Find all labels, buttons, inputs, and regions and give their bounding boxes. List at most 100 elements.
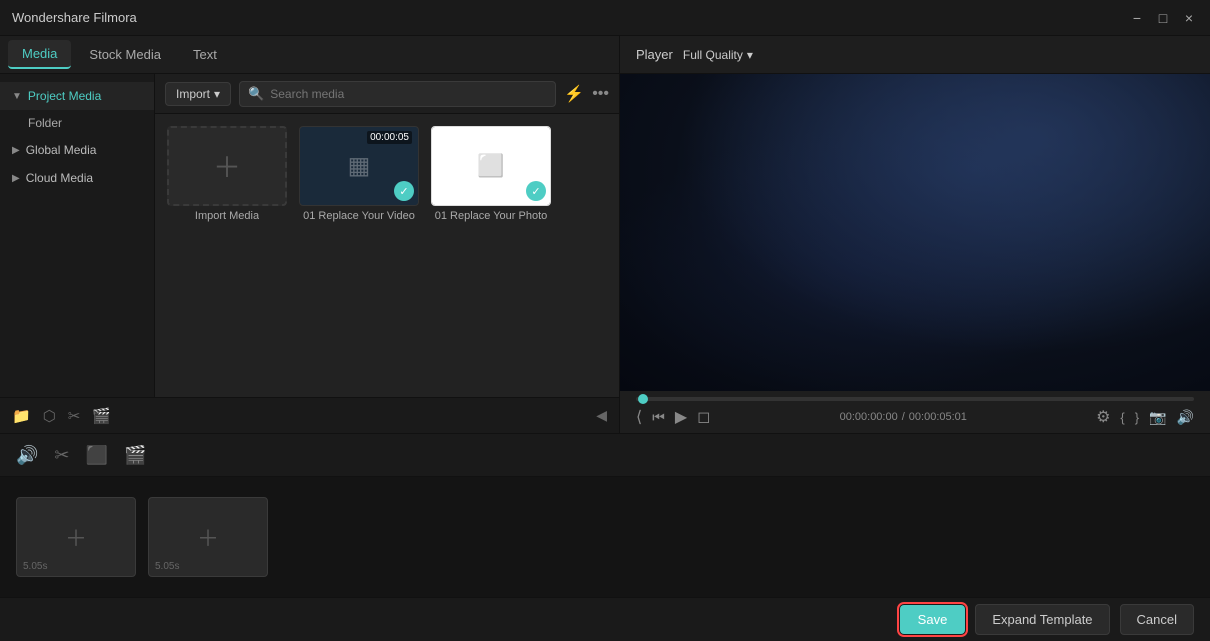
bottom-bar: Save Expand Template Cancel — [0, 597, 1210, 641]
collapse-button[interactable]: ◀ — [596, 407, 607, 424]
maximize-button[interactable]: □ — [1154, 9, 1172, 27]
video-duration: 00:00:05 — [367, 131, 412, 144]
cancel-button[interactable]: Cancel — [1120, 604, 1194, 635]
expand-template-button[interactable]: Expand Template — [975, 604, 1109, 635]
arrow-project-media: ▼ — [12, 91, 22, 102]
sidebar-item-folder[interactable]: Folder — [0, 110, 154, 136]
left-panel: Media Stock Media Text ▼ Project Media F… — [0, 36, 620, 433]
window-controls: − □ × — [1128, 9, 1198, 27]
panel-footer: 📁 ⬡ ✂ 🎬 ◀ — [0, 397, 619, 433]
player-panel: Player Full Quality ▾ ⟨ ⏮ — [620, 36, 1210, 433]
search-icon: 🔍 — [248, 86, 264, 102]
video-check-badge: ✓ — [394, 181, 414, 201]
media-toolbar: Import ▾ 🔍 ⚡ ••• — [155, 74, 619, 114]
cut-tool[interactable]: ✂ — [54, 445, 69, 466]
media-area: Import ▾ 🔍 ⚡ ••• — [155, 74, 619, 397]
sidebar-item-global-media[interactable]: ▶ Global Media — [0, 136, 154, 164]
media-item-import[interactable]: ＋ Import Media — [167, 126, 287, 222]
play-button[interactable]: ▶ — [675, 407, 687, 427]
import-arrow-icon: ▾ — [214, 87, 220, 101]
add-folder-icon[interactable]: 📁 — [12, 407, 31, 425]
timeline: ＋ 5.05s ＋ 5.05s — [0, 477, 1210, 597]
step-back-button[interactable]: ⟨ — [636, 407, 642, 427]
quality-selector[interactable]: Full Quality ▾ — [683, 48, 753, 62]
mark-out-button[interactable]: } — [1135, 410, 1139, 425]
add-tag-icon[interactable]: ✂ — [68, 407, 81, 425]
player-label: Player — [636, 47, 673, 62]
timeline-clip-1[interactable]: ＋ 5.05s — [16, 497, 136, 577]
clip1-plus-icon: ＋ — [65, 521, 87, 553]
time-separator: / — [902, 411, 905, 423]
tab-media[interactable]: Media — [8, 40, 71, 69]
quality-arrow-icon: ▾ — [747, 48, 753, 62]
app-title: Wondershare Filmora — [12, 10, 137, 25]
sidebar-item-cloud-media[interactable]: ▶ Cloud Media — [0, 164, 154, 192]
clip2-plus-icon: ＋ — [197, 521, 219, 553]
tab-stock-media[interactable]: Stock Media — [75, 41, 175, 68]
import-button[interactable]: Import ▾ — [165, 82, 231, 106]
media-grid: ＋ Import Media 00:00:05 ▦ ✓ 01 Replace — [155, 114, 619, 397]
sidebar-label-project-media: Project Media — [28, 89, 101, 103]
controls-left: ⟨ ⏮ ▶ ◻ — [636, 407, 710, 427]
arrow-cloud-media: ▶ — [12, 173, 20, 184]
search-box: 🔍 — [239, 81, 556, 107]
arrow-global-media: ▶ — [12, 145, 20, 156]
import-media-label: Import Media — [195, 210, 259, 222]
import-thumb: ＋ — [167, 126, 287, 206]
progress-bar[interactable] — [636, 397, 1194, 401]
clip2-duration: 5.05s — [155, 561, 179, 572]
add-smart-icon[interactable]: ⬡ — [43, 407, 56, 425]
current-time: 00:00:00:00 — [840, 411, 898, 423]
plus-icon: ＋ — [213, 146, 241, 186]
media-item-video[interactable]: 00:00:05 ▦ ✓ 01 Replace Your Video — [299, 126, 419, 222]
stop-button[interactable]: ◻ — [697, 407, 710, 427]
media-toolbar-icons: ⚡ ••• — [564, 84, 609, 104]
close-button[interactable]: × — [1180, 9, 1198, 27]
top-section: Media Stock Media Text ▼ Project Media F… — [0, 36, 1210, 433]
add-media-icon[interactable]: 🎬 — [92, 407, 111, 425]
photo-thumb: ⬜ ✓ — [431, 126, 551, 206]
photo-check-badge: ✓ — [526, 181, 546, 201]
minimize-button[interactable]: − — [1128, 9, 1146, 27]
controls-right: ⚙ { } 📷 🔊 — [1096, 407, 1194, 427]
save-button[interactable]: Save — [900, 605, 966, 634]
crop-tool[interactable]: ⬛ — [86, 445, 108, 466]
progress-indicator — [638, 394, 648, 404]
sidebar-label-global-media: Global Media — [26, 143, 97, 157]
clip1-duration: 5.05s — [23, 561, 47, 572]
search-input[interactable] — [270, 87, 547, 101]
photo-frame-icon: ⬜ — [477, 153, 504, 179]
timeline-clip-2[interactable]: ＋ 5.05s — [148, 497, 268, 577]
audio-tool[interactable]: 🔊 — [16, 445, 38, 466]
player-video — [620, 74, 1210, 391]
frame-back-button[interactable]: ⏮ — [652, 409, 665, 426]
total-time: 00:00:05:01 — [909, 411, 967, 423]
import-label: Import — [176, 87, 210, 101]
more-options-icon[interactable]: ••• — [592, 85, 609, 103]
filter-icon[interactable]: ⚡ — [564, 84, 584, 104]
sidebar-item-project-media[interactable]: ▼ Project Media — [0, 82, 154, 110]
sidebar: ▼ Project Media Folder ▶ Global Media ▶ … — [0, 74, 155, 397]
mark-in-button[interactable]: { — [1120, 410, 1124, 425]
player-header: Player Full Quality ▾ — [620, 36, 1210, 74]
footer-icons: 📁 ⬡ ✂ 🎬 — [12, 407, 111, 425]
tab-bar: Media Stock Media Text — [0, 36, 619, 74]
media-item-photo[interactable]: ⬜ ✓ 01 Replace Your Photo — [431, 126, 551, 222]
snapshot-button[interactable]: 📷 — [1149, 409, 1166, 426]
main-container: Media Stock Media Text ▼ Project Media F… — [0, 36, 1210, 641]
photo-label: 01 Replace Your Photo — [435, 210, 548, 222]
motion-tool[interactable]: 🎬 — [124, 445, 146, 466]
video-icon: ▦ — [348, 152, 371, 181]
video-background — [620, 74, 1210, 391]
settings-button[interactable]: ⚙ — [1096, 407, 1110, 427]
time-display: 00:00:00:00 / 00:00:05:01 — [840, 411, 967, 423]
controls-row: ⟨ ⏮ ▶ ◻ 00:00:00:00 / 00:00:05:01 ⚙ { } — [636, 407, 1194, 427]
video-label: 01 Replace Your Video — [303, 210, 415, 222]
titlebar: Wondershare Filmora − □ × — [0, 0, 1210, 36]
video-thumb: 00:00:05 ▦ ✓ — [299, 126, 419, 206]
tab-text[interactable]: Text — [179, 41, 231, 68]
sidebar-label-cloud-media: Cloud Media — [26, 171, 93, 185]
volume-button[interactable]: 🔊 — [1177, 409, 1194, 426]
panel-content: ▼ Project Media Folder ▶ Global Media ▶ … — [0, 74, 619, 397]
edit-toolbar: 🔊 ✂ ⬛ 🎬 — [0, 433, 1210, 477]
